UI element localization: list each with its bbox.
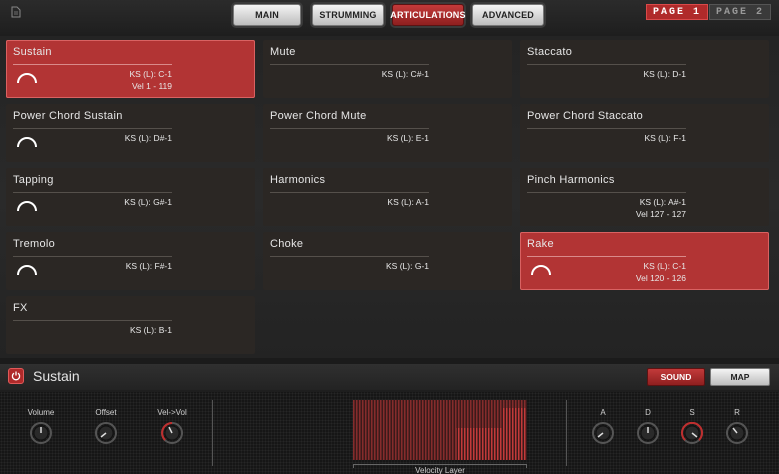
card-keyswitch: KS (L): G#-1: [124, 197, 172, 207]
top-bar: MAIN STRUMMING ARTICULATIONS ADVANCED PA…: [0, 0, 779, 36]
card-keyswitch: KS (L): G-1: [386, 261, 429, 271]
power-button[interactable]: [8, 368, 24, 384]
document-icon[interactable]: [11, 6, 21, 18]
card-divider: [527, 256, 686, 257]
articulation-card-choke[interactable]: Choke KS (L): G-1: [263, 232, 512, 290]
page-1-button[interactable]: PAGE 1: [646, 4, 708, 20]
card-keyswitch: KS (L): E-1: [386, 133, 429, 143]
card-divider: [13, 256, 172, 257]
card-title: Staccato: [527, 46, 573, 58]
card-title: Tremolo: [13, 238, 56, 250]
velocity-layer-label: Velocity Layer: [415, 466, 465, 474]
articulation-card-harmonics[interactable]: Harmonics KS (L): A-1: [263, 168, 512, 226]
card-velocity: Vel 127 - 127: [635, 209, 686, 219]
selected-articulation-title: Sustain: [33, 368, 80, 384]
card-title: Choke: [270, 238, 304, 250]
card-title: FX: [13, 302, 28, 314]
articulation-card-tremolo[interactable]: Tremolo KS (L): F#-1: [6, 232, 255, 290]
strum-arc-icon: [17, 265, 37, 276]
tab-articulations[interactable]: ARTICULATIONS: [390, 4, 466, 26]
page-2-button[interactable]: PAGE 2: [709, 4, 771, 20]
card-divider: [270, 192, 429, 193]
strum-arc-icon: [17, 73, 37, 84]
articulation-card-power-chord-sustain[interactable]: Power Chord Sustain KS (L): D#-1: [6, 104, 255, 162]
card-divider: [13, 64, 172, 65]
articulation-settings-panel: Sustain SOUND MAP Volume Offset Vel->Vol: [0, 364, 779, 474]
attack-label: A: [600, 408, 606, 417]
offset-label: Offset: [95, 408, 117, 417]
sound-button[interactable]: SOUND: [647, 368, 705, 386]
tab-advanced[interactable]: ADVANCED: [472, 4, 544, 26]
card-divider: [13, 128, 172, 129]
card-title: Power Chord Sustain: [13, 110, 123, 122]
strum-arc-icon: [17, 201, 37, 212]
card-divider: [13, 192, 172, 193]
articulation-card-mute[interactable]: Mute KS (L): C#-1: [263, 40, 512, 98]
card-keyswitch: KS (L): C-1: [643, 261, 686, 271]
panel-divider: [212, 400, 213, 466]
card-title: Power Chord Staccato: [527, 110, 644, 122]
card-keyswitch: KS (L): C-1: [129, 69, 172, 79]
settings-header: Sustain SOUND MAP: [0, 364, 779, 390]
articulation-card-power-chord-mute[interactable]: Power Chord Mute KS (L): E-1: [263, 104, 512, 162]
card-divider: [270, 128, 429, 129]
volume-label: Volume: [27, 408, 55, 417]
card-divider: [270, 64, 429, 65]
attack-knob[interactable]: [592, 422, 614, 444]
articulation-card-power-chord-staccato[interactable]: Power Chord Staccato KS (L): F-1: [520, 104, 769, 162]
card-title: Mute: [270, 46, 296, 58]
card-divider: [527, 64, 686, 65]
card-velocity: Vel 1 - 119: [131, 81, 172, 91]
card-title: Sustain: [13, 46, 52, 58]
card-title: Pinch Harmonics: [527, 174, 615, 186]
card-keyswitch: KS (L): F#-1: [125, 261, 172, 271]
vel-vol-knob[interactable]: [161, 422, 183, 444]
card-title: Rake: [527, 238, 554, 250]
release-knob[interactable]: [726, 422, 748, 444]
articulation-grid: Sustain KS (L): C-1 Vel 1 - 119 Mute KS …: [0, 36, 779, 358]
card-divider: [527, 192, 686, 193]
card-keyswitch: KS (L): A#-1: [639, 197, 686, 207]
vel-vol-label: Vel->Vol: [157, 408, 187, 417]
map-button[interactable]: MAP: [710, 368, 770, 386]
panel-divider: [566, 400, 567, 466]
card-divider: [270, 256, 429, 257]
card-title: Tapping: [13, 174, 54, 186]
articulation-card-fx[interactable]: FX KS (L): B-1: [6, 296, 255, 354]
power-icon: [11, 371, 21, 381]
sustain-knob[interactable]: [681, 422, 703, 444]
decay-label: D: [645, 408, 651, 417]
sustain-label: S: [689, 408, 695, 417]
card-velocity: Vel 120 - 126: [635, 273, 686, 283]
card-keyswitch: KS (L): C#-1: [381, 69, 429, 79]
strum-arc-icon: [531, 265, 551, 276]
articulation-card-tapping[interactable]: Tapping KS (L): G#-1: [6, 168, 255, 226]
card-keyswitch: KS (L): D#-1: [124, 133, 172, 143]
decay-knob[interactable]: [637, 422, 659, 444]
card-keyswitch: KS (L): F-1: [644, 133, 686, 143]
release-label: R: [734, 408, 740, 417]
articulation-card-pinch-harmonics[interactable]: Pinch Harmonics KS (L): A#-1 Vel 127 - 1…: [520, 168, 769, 226]
card-title: Harmonics: [270, 174, 326, 186]
volume-knob[interactable]: [30, 422, 52, 444]
card-title: Power Chord Mute: [270, 110, 367, 122]
articulation-card-sustain[interactable]: Sustain KS (L): C-1 Vel 1 - 119: [6, 40, 255, 98]
articulation-card-staccato[interactable]: Staccato KS (L): D-1: [520, 40, 769, 98]
card-divider: [13, 320, 172, 321]
offset-knob[interactable]: [95, 422, 117, 444]
card-keyswitch: KS (L): D-1: [643, 69, 686, 79]
strum-arc-icon: [17, 137, 37, 148]
card-keyswitch: KS (L): A-1: [387, 197, 429, 207]
card-divider: [527, 128, 686, 129]
sound-controls: Volume Offset Vel->Vol Velocity Layer A …: [0, 392, 779, 474]
articulation-card-rake[interactable]: Rake KS (L): C-1 Vel 120 - 126: [520, 232, 769, 290]
card-keyswitch: KS (L): B-1: [129, 325, 172, 335]
velocity-layer-graph[interactable]: [353, 400, 527, 460]
tab-main[interactable]: MAIN: [233, 4, 301, 26]
tab-strumming[interactable]: STRUMMING: [312, 4, 384, 26]
